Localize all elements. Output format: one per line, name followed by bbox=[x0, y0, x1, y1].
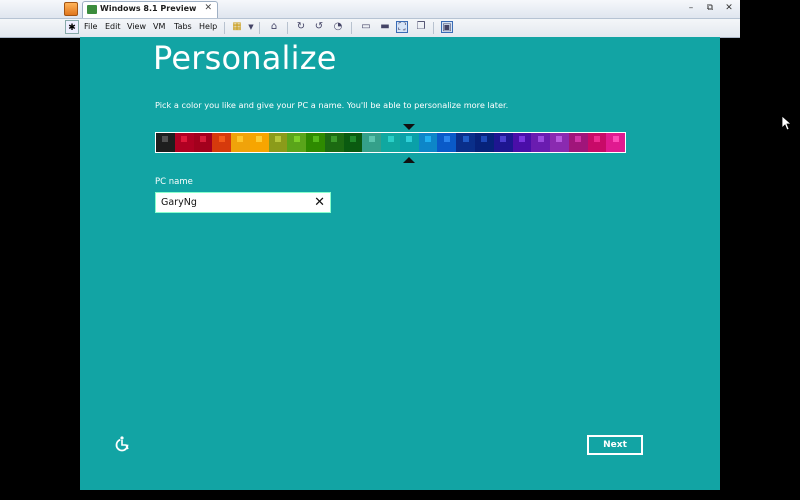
color-swatch-accent bbox=[331, 136, 338, 142]
color-swatch[interactable] bbox=[268, 133, 288, 152]
color-picker[interactable] bbox=[155, 132, 626, 153]
color-swatch[interactable] bbox=[287, 133, 307, 152]
sidebar-icon[interactable]: ▭ bbox=[360, 21, 372, 33]
page-title: Personalize bbox=[153, 39, 337, 77]
pc-name-value[interactable]: GaryNg bbox=[161, 197, 197, 208]
toolbar-separator bbox=[351, 22, 352, 34]
color-swatch[interactable] bbox=[418, 133, 438, 152]
snapshot-manager-icon[interactable]: ◔ bbox=[332, 21, 344, 33]
color-swatch[interactable] bbox=[381, 133, 400, 152]
color-swatch[interactable] bbox=[437, 133, 457, 152]
color-swatch-accent bbox=[518, 136, 525, 142]
vm-icon bbox=[87, 5, 97, 14]
next-button[interactable]: Next bbox=[587, 435, 643, 455]
color-swatch-accent bbox=[575, 136, 582, 142]
color-swatch[interactable] bbox=[362, 133, 382, 152]
network-icon[interactable]: ⌂ bbox=[268, 21, 280, 33]
menu-help[interactable]: Help bbox=[199, 22, 217, 31]
color-swatch-accent bbox=[425, 136, 432, 142]
menu-tabs[interactable]: Tabs bbox=[174, 22, 192, 31]
tab-windows-8-1-preview[interactable]: Windows 8.1 Preview ✕ bbox=[82, 1, 218, 18]
color-swatch[interactable] bbox=[568, 133, 588, 152]
color-swatch-accent bbox=[387, 136, 394, 142]
color-swatch-accent bbox=[256, 136, 263, 142]
menu-vm[interactable]: VM bbox=[153, 22, 165, 31]
fullscreen-icon[interactable]: ⛶ bbox=[396, 21, 408, 33]
color-swatch-accent bbox=[368, 136, 375, 142]
menu-view[interactable]: View bbox=[127, 22, 146, 31]
toolbar-separator bbox=[259, 22, 260, 34]
color-swatch-accent bbox=[293, 136, 300, 142]
tab-close-icon[interactable]: ✕ bbox=[204, 3, 212, 13]
snapshot-icon[interactable]: ↻ bbox=[295, 21, 307, 33]
color-swatch-accent bbox=[350, 136, 357, 142]
ease-of-access-icon[interactable] bbox=[113, 435, 131, 453]
color-swatch-accent bbox=[237, 136, 244, 142]
color-swatch[interactable] bbox=[512, 133, 532, 152]
color-swatch-accent bbox=[162, 136, 169, 142]
color-swatch[interactable] bbox=[156, 133, 175, 152]
color-swatch[interactable] bbox=[324, 133, 344, 152]
color-swatch-accent bbox=[274, 136, 281, 142]
color-swatch-accent bbox=[593, 136, 600, 142]
color-swatch-accent bbox=[312, 136, 319, 142]
selected-color-marker-top bbox=[403, 124, 416, 130]
menu-edit[interactable]: Edit bbox=[105, 22, 121, 31]
selected-color-marker-bottom[interactable] bbox=[403, 157, 416, 163]
color-swatch-accent bbox=[443, 136, 450, 142]
guest-screen[interactable]: Personalize Pick a color you like and gi… bbox=[80, 37, 720, 490]
color-swatch[interactable] bbox=[174, 133, 194, 152]
restore-icon[interactable]: ⧉ bbox=[703, 2, 717, 14]
power-icon[interactable]: ▦ bbox=[231, 21, 243, 33]
revert-snapshot-icon[interactable]: ↺ bbox=[313, 21, 325, 33]
pc-name-label: PC name bbox=[155, 177, 193, 187]
pin-icon[interactable]: ✱ bbox=[65, 20, 79, 34]
color-swatch[interactable] bbox=[531, 133, 551, 152]
thumbnail-bar-icon[interactable]: ▬ bbox=[379, 21, 391, 33]
color-swatch[interactable] bbox=[475, 133, 494, 152]
toolbar-separator bbox=[433, 22, 434, 34]
color-swatch-accent bbox=[218, 136, 225, 142]
color-swatch[interactable] bbox=[456, 133, 476, 152]
unity-icon[interactable]: ❐ bbox=[415, 21, 427, 33]
vmware-tab-bar: Windows 8.1 Preview ✕ – ⧉ ✕ bbox=[0, 0, 740, 19]
color-swatch-accent bbox=[612, 136, 619, 142]
toolbar-separator bbox=[287, 22, 288, 34]
color-swatch[interactable] bbox=[550, 133, 569, 152]
color-swatch[interactable] bbox=[587, 133, 607, 152]
clear-icon[interactable]: ✕ bbox=[314, 195, 325, 210]
color-swatch[interactable] bbox=[231, 133, 250, 152]
color-swatch[interactable] bbox=[493, 133, 513, 152]
color-swatch[interactable] bbox=[606, 133, 626, 152]
color-swatch[interactable] bbox=[343, 133, 363, 152]
toolbar-separator bbox=[224, 22, 225, 34]
mouse-cursor-icon bbox=[782, 116, 792, 130]
color-swatch[interactable] bbox=[399, 133, 419, 152]
color-swatch-accent bbox=[406, 136, 413, 142]
menu-file[interactable]: File bbox=[84, 22, 97, 31]
tab-title: Windows 8.1 Preview bbox=[100, 4, 197, 13]
console-view-icon[interactable]: ▣ bbox=[441, 21, 453, 33]
close-icon[interactable]: ✕ bbox=[722, 2, 736, 14]
color-swatch-accent bbox=[181, 136, 188, 142]
color-swatch-accent bbox=[556, 136, 563, 142]
color-swatch-accent bbox=[199, 136, 206, 142]
vmware-app-icon[interactable] bbox=[64, 2, 78, 16]
color-swatch[interactable] bbox=[306, 133, 325, 152]
minimize-icon[interactable]: – bbox=[684, 2, 698, 14]
color-swatch[interactable] bbox=[212, 133, 232, 152]
color-swatch-accent bbox=[537, 136, 544, 142]
color-swatch[interactable] bbox=[249, 133, 269, 152]
chevron-down-icon[interactable]: ▼ bbox=[245, 21, 257, 33]
pc-name-input[interactable]: GaryNg ✕ bbox=[155, 192, 331, 213]
color-swatch-accent bbox=[481, 136, 488, 142]
color-swatch-accent bbox=[462, 136, 469, 142]
vmware-toolbar: ✱ File Edit View VM Tabs Help ▦ ▼ ⌂ ↻ ↺ … bbox=[0, 19, 740, 38]
instruction-text: Pick a color you like and give your PC a… bbox=[155, 100, 509, 110]
color-swatch[interactable] bbox=[193, 133, 213, 152]
color-swatch-accent bbox=[500, 136, 507, 142]
